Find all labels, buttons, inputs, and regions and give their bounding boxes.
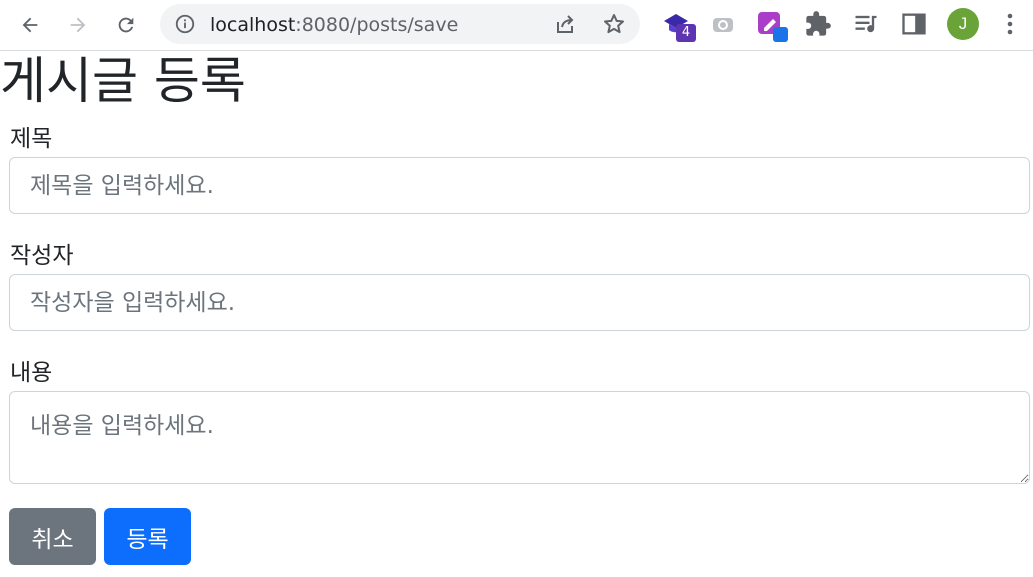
author-input[interactable] bbox=[9, 274, 1030, 331]
share-icon[interactable] bbox=[553, 12, 577, 36]
extensions-button[interactable] bbox=[804, 10, 834, 40]
address-bar[interactable]: localhost:8080/posts/save bbox=[160, 4, 640, 44]
pen-extension-icon bbox=[758, 12, 788, 42]
author-label: 작성자 bbox=[10, 243, 74, 269]
back-button[interactable] bbox=[12, 7, 48, 43]
more-vertical-icon bbox=[1007, 13, 1013, 35]
media-control-button[interactable] bbox=[852, 10, 882, 40]
profile-avatar[interactable]: J bbox=[947, 8, 979, 40]
extension-graduation-icon[interactable]: 4 bbox=[662, 10, 696, 42]
title-input[interactable] bbox=[9, 157, 1030, 214]
info-icon[interactable] bbox=[174, 13, 196, 35]
browser-toolbar: localhost:8080/posts/save 4 J bbox=[0, 0, 1033, 51]
content-textarea[interactable] bbox=[9, 391, 1030, 484]
side-panel-button[interactable] bbox=[900, 10, 930, 40]
save-button[interactable]: 등록 bbox=[104, 508, 191, 565]
extension-pen-icon[interactable] bbox=[756, 10, 788, 42]
puzzle-icon bbox=[806, 11, 831, 36]
arrow-left-icon bbox=[22, 17, 38, 33]
sync-icon bbox=[713, 18, 733, 32]
extension-sync-icon[interactable] bbox=[708, 10, 738, 40]
url-host: localhost bbox=[210, 14, 296, 36]
forward-button[interactable] bbox=[60, 7, 96, 43]
extension-count-badge: 4 bbox=[676, 24, 696, 42]
side-panel-icon bbox=[902, 13, 926, 35]
reload-button[interactable] bbox=[108, 7, 144, 43]
content-label: 내용 bbox=[10, 360, 53, 386]
playlist-icon bbox=[855, 15, 877, 33]
page-title: 게시글 등록 bbox=[0, 52, 246, 110]
browser-menu-button[interactable] bbox=[998, 10, 1028, 40]
url-text[interactable]: localhost:8080/posts/save bbox=[210, 14, 458, 36]
arrow-right-icon bbox=[70, 17, 86, 33]
cancel-button[interactable]: 취소 bbox=[9, 508, 96, 565]
reload-icon bbox=[118, 17, 134, 33]
bookmark-star-icon[interactable] bbox=[602, 12, 626, 36]
url-path: :8080/posts/save bbox=[295, 14, 459, 36]
title-label: 제목 bbox=[10, 126, 53, 152]
